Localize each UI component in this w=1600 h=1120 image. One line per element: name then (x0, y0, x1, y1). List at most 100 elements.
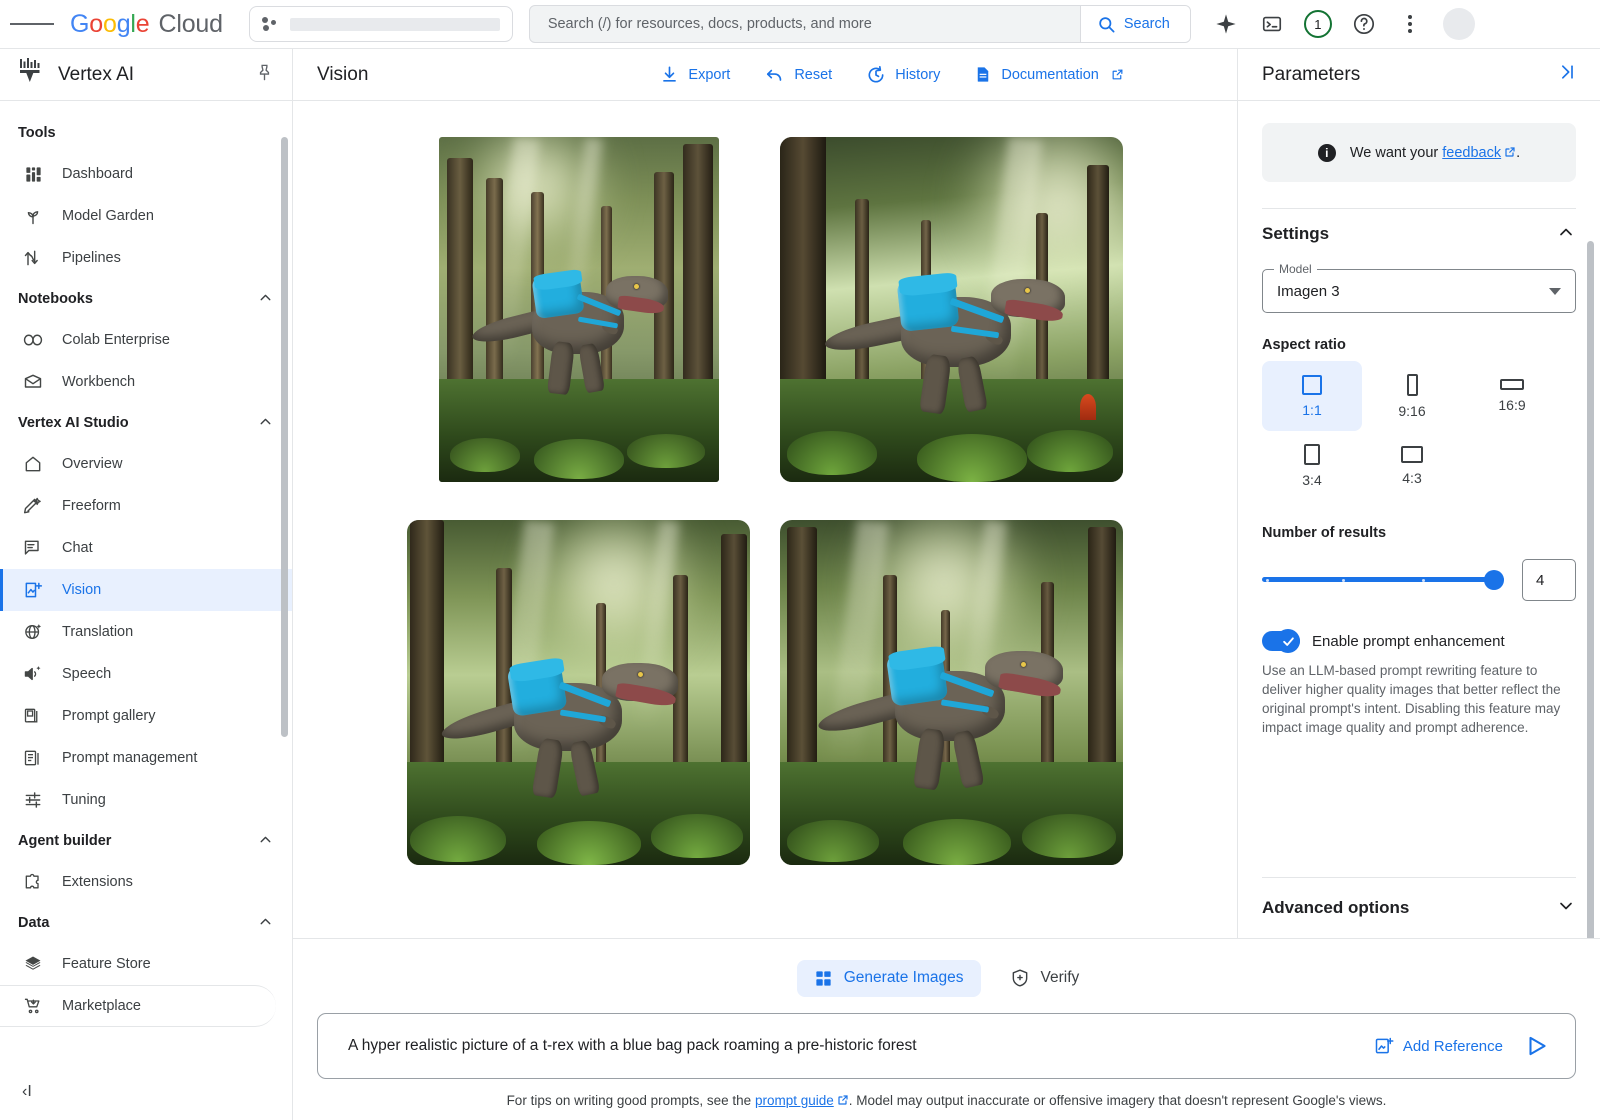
generated-image-3[interactable] (407, 520, 750, 865)
pin-icon[interactable] (255, 63, 274, 87)
prompt-input[interactable]: A hyper realistic picture of a t-rex wit… (348, 1037, 1358, 1055)
more-options-kebab-icon[interactable] (1389, 3, 1431, 45)
hamburger-menu-icon[interactable] (10, 2, 54, 46)
chevron-down-icon (1549, 288, 1561, 295)
parameters-title: Parameters (1262, 64, 1360, 86)
send-arrow-icon (1524, 1033, 1550, 1059)
parameters-header: Parameters (1238, 49, 1600, 101)
project-name-redacted (290, 18, 500, 31)
generated-image-4[interactable] (780, 520, 1123, 865)
sidebar-item-prompt-gallery[interactable]: Prompt gallery (0, 695, 276, 737)
verify-tab[interactable]: Verify (993, 959, 1097, 997)
aspect-ratio-1-1[interactable]: 1:1 (1262, 361, 1362, 431)
sidebar-group-vertex-ai-studio[interactable]: Vertex AI Studio (0, 403, 292, 443)
sidebar-item-label: Speech (62, 666, 111, 682)
add-reference-button[interactable]: Add Reference (1374, 1036, 1503, 1056)
sidebar-item-pipelines[interactable]: Pipelines (0, 237, 276, 279)
number-of-results-input[interactable]: 4 (1522, 559, 1576, 601)
gemini-sparkle-icon[interactable] (1205, 3, 1247, 45)
chevron-up-icon (1556, 222, 1576, 247)
sidebar-group-agent-builder[interactable]: Agent builder (0, 821, 292, 861)
search-icon (1097, 15, 1116, 34)
aspect-ratio-9-16[interactable]: 9:16 (1362, 361, 1462, 431)
settings-section-header[interactable]: Settings (1262, 209, 1576, 259)
search-button-label: Search (1124, 16, 1170, 32)
sidebar-group-notebooks[interactable]: Notebooks (0, 279, 292, 319)
check-icon (1281, 634, 1296, 649)
sidebar-scrollbar-track[interactable] (283, 119, 290, 934)
advanced-options-title: Advanced options (1262, 898, 1409, 918)
sidebar-item-prompt-management[interactable]: Prompt management (0, 737, 276, 779)
sidebar-item-translation[interactable]: Translation (0, 611, 276, 653)
square-shape-icon (1302, 375, 1322, 395)
aspect-ratio-16-9[interactable]: 16:9 (1462, 361, 1562, 431)
vertex-ai-vision-app: Google Cloud Search (0, 0, 1600, 1120)
sidebar-item-speech[interactable]: Speech (0, 653, 276, 695)
account-avatar[interactable] (1443, 8, 1475, 40)
sidebar-item-freeform[interactable]: Freeform (0, 485, 276, 527)
documentation-link[interactable]: Documentation (974, 65, 1124, 84)
sidebar-item-chat[interactable]: Chat (0, 527, 276, 569)
search-input[interactable] (530, 6, 1080, 42)
aspect-ratio-4-3[interactable]: 4:3 (1362, 431, 1462, 501)
sidebar-item-model-garden[interactable]: Model Garden (0, 195, 276, 237)
chevron-up-icon (257, 913, 274, 934)
prompt-guide-link[interactable]: prompt guide (755, 1093, 834, 1108)
aspect-ratio-label-text: 9:16 (1398, 403, 1425, 419)
help-question-icon[interactable] (1343, 3, 1385, 45)
sidebar-group-data[interactable]: Data (0, 903, 292, 943)
history-button[interactable]: History (866, 65, 940, 85)
generated-images-gallery (293, 101, 1237, 938)
parameters-scrollbar-thumb[interactable] (1587, 241, 1594, 938)
sidebar-item-label: Extensions (62, 874, 133, 890)
sidebar-group-label: Notebooks (18, 291, 93, 307)
search-button[interactable]: Search (1080, 6, 1190, 42)
image-grid (406, 137, 1124, 865)
sidebar-item-label: Pipelines (62, 250, 121, 266)
export-label: Export (688, 67, 730, 83)
model-select[interactable]: Model Imagen 3 (1262, 269, 1576, 313)
feedback-link[interactable]: feedback (1442, 145, 1501, 161)
expand-right-icon[interactable] (1556, 62, 1578, 88)
sidebar-item-overview[interactable]: Overview (0, 443, 276, 485)
generated-image-2[interactable] (780, 137, 1123, 482)
history-clock-icon (866, 65, 886, 85)
feedback-banner: i We want your feedback. (1262, 123, 1576, 182)
sidebar-item-extensions[interactable]: Extensions (0, 861, 276, 903)
sidebar-item-workbench[interactable]: Workbench (0, 361, 276, 403)
google-cloud-logo[interactable]: Google Cloud (70, 10, 223, 39)
project-picker[interactable] (249, 6, 513, 42)
prompt-enhancement-toggle[interactable] (1262, 631, 1300, 651)
generate-images-tab[interactable]: Generate Images (797, 960, 981, 997)
sidebar-item-tuning[interactable]: Tuning (0, 779, 276, 821)
vertex-ai-logo-icon (16, 57, 44, 92)
aspect-ratio-3-4[interactable]: 3:4 (1262, 431, 1362, 501)
export-button[interactable]: Export (660, 65, 730, 84)
sidebar-collapse-button[interactable]: ‹I (0, 1064, 292, 1120)
portrait-shape-icon (1304, 444, 1320, 465)
parameters-scrollbar-track[interactable] (1590, 171, 1597, 928)
chevron-up-icon (257, 289, 274, 310)
advanced-options-header[interactable]: Advanced options (1262, 878, 1576, 938)
number-of-results-control: 4 (1262, 559, 1576, 601)
sidebar-item-dashboard[interactable]: Dashboard (0, 153, 276, 195)
chat-icon (22, 537, 44, 559)
sidebar-item-vision[interactable]: Vision (0, 569, 292, 611)
reset-button[interactable]: Reset (764, 65, 832, 84)
sidebar-item-marketplace[interactable]: Marketplace (0, 985, 276, 1027)
collapse-left-icon: ‹I (22, 1083, 32, 1101)
sidebar-scrollbar-thumb[interactable] (281, 137, 288, 737)
send-button[interactable] (1519, 1028, 1555, 1064)
notifications-count-badge[interactable]: 1 (1297, 3, 1339, 45)
aspect-ratio-label-text: 3:4 (1302, 472, 1321, 488)
history-label: History (895, 67, 940, 83)
number-of-results-slider[interactable] (1262, 570, 1504, 590)
sidebar-item-feature-store[interactable]: Feature Store (0, 943, 276, 985)
page-title: Vision (317, 64, 368, 86)
generated-image-1[interactable] (439, 137, 719, 482)
slider-knob[interactable] (1484, 570, 1504, 590)
sidebar-item-colab-enterprise[interactable]: Colab Enterprise (0, 319, 276, 361)
prompt-input-bar[interactable]: A hyper realistic picture of a t-rex wit… (317, 1013, 1576, 1079)
forest-scene (439, 137, 719, 482)
cloud-shell-terminal-icon[interactable] (1251, 3, 1293, 45)
